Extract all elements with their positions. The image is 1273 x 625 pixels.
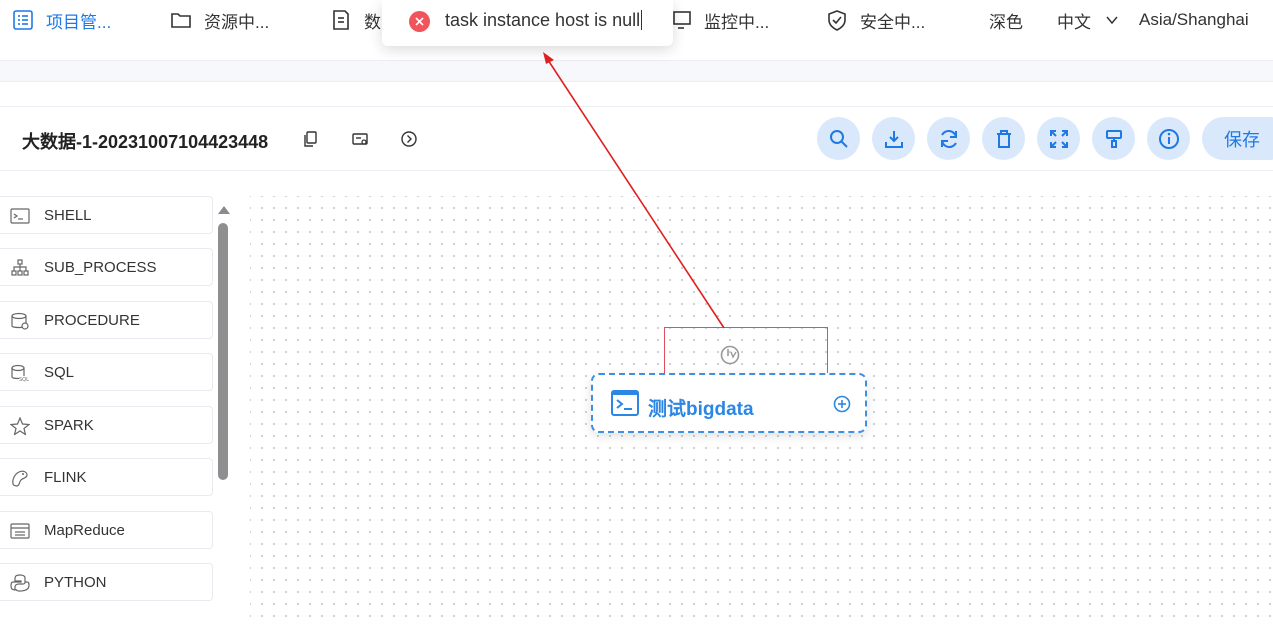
list-icon: [13, 10, 33, 30]
fullscreen-button[interactable]: [1037, 117, 1080, 160]
sidebar-item-label: PYTHON: [44, 574, 107, 591]
shield-icon: [828, 10, 846, 31]
error-toast: task instance host is null: [382, 0, 673, 46]
sidebar-item-label: MapReduce: [44, 522, 125, 539]
sidebar-item-procedure[interactable]: PROCEDURE: [0, 301, 213, 339]
folder-icon: [171, 13, 191, 28]
error-icon: [409, 11, 430, 32]
refresh-button[interactable]: [927, 117, 970, 160]
save-button[interactable]: 保存: [1202, 117, 1273, 160]
node-label: 测试bigdata: [648, 399, 754, 420]
sidebar-item-label: SPARK: [44, 417, 94, 434]
info-button[interactable]: [1147, 117, 1190, 160]
download-icon: [884, 130, 903, 148]
divider: [0, 170, 1273, 171]
sidebar-item-mapreduce[interactable]: MapReduce: [0, 511, 213, 549]
refresh-icon: [940, 129, 957, 148]
sidebar-scrollbar[interactable]: [218, 223, 228, 480]
info-icon: [1158, 128, 1179, 149]
nav-resource-label: 资源中...: [204, 12, 270, 32]
sidebar-item-flink[interactable]: FLINK: [0, 458, 213, 496]
nav-monitor[interactable]: 监控中...: [670, 0, 769, 40]
sidebar-item-label: FLINK: [44, 469, 87, 486]
timezone-select[interactable]: Asia/Shanghai: [1139, 0, 1249, 40]
toast-message: task instance host is null: [445, 10, 641, 30]
sidebar-item-python[interactable]: PYTHON: [0, 563, 213, 601]
shell-icon: [611, 390, 639, 416]
language-label: 中文: [1057, 12, 1091, 32]
flink-icon: [12, 470, 28, 487]
copy-icon[interactable]: [302, 130, 320, 148]
sidebar-item-shell[interactable]: SHELL: [0, 196, 213, 234]
nav-security-label: 安全中...: [860, 12, 926, 32]
nav-security[interactable]: 安全中...: [826, 0, 925, 40]
spark-icon: [10, 417, 30, 435]
theme-switch[interactable]: 深色: [989, 0, 1023, 40]
task-node[interactable]: 测试bigdata: [591, 373, 867, 433]
tab-bar: [0, 60, 1273, 82]
sidebar-item-label: SUB_PROCESS: [44, 259, 157, 276]
sidebar-item-label: SQL: [44, 364, 75, 381]
delete-button[interactable]: [982, 117, 1025, 160]
workflow-title: 大数据-1-20231007104423448: [22, 132, 269, 152]
nav-data-label: 数: [364, 12, 381, 32]
nav-project[interactable]: 项目管...: [12, 0, 111, 40]
language-select[interactable]: 中文: [1057, 0, 1119, 40]
add-circle-icon[interactable]: [833, 395, 851, 413]
shell-icon: [10, 208, 30, 224]
sql-icon: SQL: [11, 364, 29, 382]
chevron-down-icon: [1106, 16, 1118, 25]
svg-text:SQL: SQL: [19, 377, 29, 382]
download-button[interactable]: [872, 117, 915, 160]
sidebar-item-sql[interactable]: SQL SQL: [0, 353, 213, 391]
scroll-up-arrow[interactable]: [218, 206, 230, 214]
annotation-box: [664, 327, 828, 375]
timezone-label: Asia/Shanghai: [1139, 10, 1249, 29]
monitor-icon: [673, 11, 691, 29]
mapreduce-icon: [10, 523, 30, 539]
sidebar-item-spark[interactable]: SPARK: [0, 406, 213, 444]
sidebar-item-sub-process[interactable]: SUB_PROCESS: [0, 248, 213, 286]
play-circle-icon[interactable]: [400, 130, 418, 148]
format-button[interactable]: [1092, 117, 1135, 160]
nav-resource[interactable]: 资源中...: [170, 0, 269, 40]
sidebar-item-label: PROCEDURE: [44, 312, 140, 329]
nav-monitor-label: 监控中...: [704, 12, 770, 32]
theme-label: 深色: [989, 12, 1023, 32]
python-icon: [10, 574, 30, 592]
format-painter-icon: [1105, 129, 1122, 148]
fullscreen-icon: [1049, 129, 1068, 148]
sidebar-item-label: SHELL: [44, 207, 92, 224]
task-sidebar: SHELL SUB_PROCESS PROCEDURE SQL SQL SPAR…: [0, 196, 214, 625]
trash-icon: [996, 129, 1011, 148]
search-button[interactable]: [817, 117, 860, 160]
document-icon: [333, 10, 349, 30]
text-cursor: [641, 10, 643, 30]
toast-message-wrap: task instance host is null: [445, 10, 643, 31]
sub-process-icon: [11, 259, 29, 276]
search-icon: [829, 129, 848, 148]
nav-project-label: 项目管...: [46, 12, 112, 32]
divider: [0, 106, 1273, 107]
procedure-icon: [11, 312, 29, 330]
settings-card-icon[interactable]: [351, 130, 369, 148]
nav-data[interactable]: 数: [330, 0, 381, 40]
